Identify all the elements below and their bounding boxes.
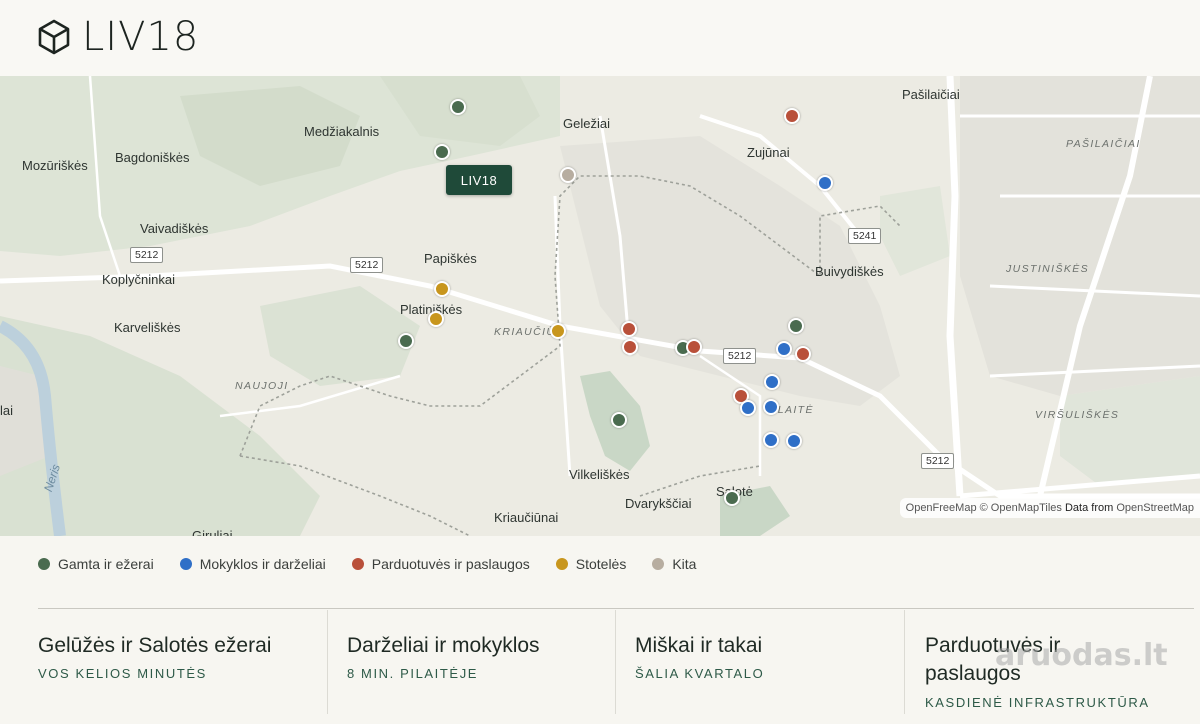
divider — [38, 608, 1194, 609]
district-label: NAUJOJI — [235, 380, 289, 392]
map-marker-stops[interactable] — [550, 323, 566, 339]
legend-label: Mokyklos ir darželiai — [199, 556, 326, 572]
road-number-badge: 5212 — [921, 453, 955, 469]
district-label: PAŠILAIČIAI — [1066, 138, 1141, 150]
place-label: Vilkeliškės — [569, 467, 630, 482]
map-marker-nature[interactable] — [398, 333, 414, 349]
liv18-project-label[interactable]: LIV18 — [446, 165, 512, 195]
place-label: Zujūnai — [747, 145, 790, 160]
map-legend: Gamta ir ežerai Mokyklos ir darželiai Pard… — [38, 555, 722, 573]
road-number-badge: 5212 — [350, 257, 384, 273]
legend-label: Gamta ir ežerai — [58, 556, 154, 572]
feature-subtitle: VOS KELIOS MINUTĖS — [38, 666, 207, 681]
place-label: Dvarykščiai — [625, 496, 692, 511]
district-label: VIRŠULIŠKĖS — [1035, 409, 1120, 421]
logo-text[interactable]: LIV18 — [82, 14, 199, 60]
feature-lakes: Gelūžės ir Salotės ežerai VOS KELIOS MIN… — [38, 610, 326, 714]
map-marker-nature[interactable] — [788, 318, 804, 334]
feature-subtitle: ŠALIA KVARTALO — [635, 666, 765, 681]
cube-icon — [38, 19, 70, 55]
legend-dot — [351, 558, 364, 570]
map-marker-stops[interactable] — [428, 311, 444, 327]
map-marker-schools[interactable] — [817, 175, 833, 191]
feature-title: Darželiai ir mokyklos — [347, 634, 540, 657]
place-label: Bagdoniškės — [115, 150, 190, 165]
feature-subtitle: 8 MIN. PILAITĖJE — [347, 666, 479, 681]
map-attribution[interactable]: OpenFreeMap © OpenMapTiles Data from Ope… — [899, 498, 1200, 518]
map[interactable]: Medžiakalnis Geležiai Pašilaičiai Mozūriškė… — [0, 76, 1200, 536]
map-marker-shops[interactable] — [784, 108, 800, 124]
legend-item: Gamta ir ežerai — [38, 556, 154, 572]
place-label: Pašilaičiai — [902, 87, 960, 102]
map-marker-schools[interactable] — [763, 399, 779, 415]
attribution-tiles[interactable]: OpenFreeMap © OpenMapTiles — [906, 502, 1062, 514]
road-number-badge: 5212 — [130, 247, 164, 263]
legend-label: Kita — [672, 556, 697, 572]
place-label: Medžiakalnis — [304, 124, 380, 139]
legend-item: Kita — [652, 556, 696, 572]
legend-item: Parduotuvės ir paslaugos — [351, 556, 530, 572]
map-marker-nature[interactable] — [611, 412, 627, 428]
legend-dot — [179, 558, 192, 570]
watermark: aruodas.lt — [995, 638, 1168, 673]
place-label: Mozūriškės — [22, 158, 88, 173]
feature-title: Miškai ir takai — [635, 634, 763, 657]
map-marker-shops[interactable] — [795, 346, 811, 362]
attribution-data: Data from — [1064, 502, 1114, 514]
map-marker-nature[interactable] — [724, 490, 740, 506]
legend-dot — [555, 558, 568, 570]
attribution-osm[interactable]: OpenStreetMap — [1116, 502, 1194, 514]
place-label: Giruliai — [192, 528, 233, 536]
legend-item: Mokyklos ir darželiai — [179, 556, 326, 572]
place-label: Koplyčninkai — [102, 272, 175, 287]
map-marker-schools[interactable] — [763, 432, 779, 448]
map-marker-schools[interactable] — [740, 400, 756, 416]
legend-dot — [38, 558, 50, 570]
map-marker-other[interactable] — [560, 167, 576, 183]
map-marker-schools[interactable] — [776, 341, 792, 357]
road-number-badge: 5241 — [848, 228, 882, 244]
legend-item: Stotelės — [555, 556, 627, 572]
map-marker-shops[interactable] — [621, 321, 637, 337]
feature-subtitle: KASDIENĖ INFRASTRUKTŪRA — [925, 695, 1150, 710]
place-label: Karveliškės — [114, 320, 181, 335]
map-marker-nature[interactable] — [450, 99, 466, 115]
district-label: JUSTINIŠKĖS — [1006, 263, 1090, 275]
map-marker-shops[interactable] — [686, 339, 702, 355]
feature-forests: Miškai ir takai ŠALIA KVARTALO — [615, 610, 905, 714]
place-label: Geležiai — [563, 116, 610, 131]
map-marker-shops[interactable] — [622, 339, 638, 355]
feature-title: Gelūžės ir Salotės ežerai — [38, 634, 272, 657]
road-number-badge: 5212 — [723, 348, 757, 364]
map-marker-schools[interactable] — [786, 433, 802, 449]
place-label: Papiškės — [424, 251, 477, 266]
map-marker-stops[interactable] — [434, 281, 450, 297]
legend-dot — [652, 558, 665, 570]
place-label: lai — [0, 403, 14, 418]
site-header: LIV18 — [0, 0, 1200, 76]
legend-label: Parduotuvės ir paslaugos — [371, 556, 530, 572]
place-label: Kriaučiūnai — [494, 510, 559, 525]
feature-schools: Darželiai ir mokyklos 8 MIN. PILAITĖJE — [327, 610, 616, 714]
district-label: KRIAUČIŪ — [494, 326, 556, 338]
place-label: Vaivadiškės — [140, 221, 209, 236]
place-label: Buivydiškės — [815, 264, 884, 279]
map-marker-schools[interactable] — [764, 374, 780, 390]
legend-label: Stotelės — [575, 556, 627, 572]
map-marker-nature[interactable] — [434, 144, 450, 160]
